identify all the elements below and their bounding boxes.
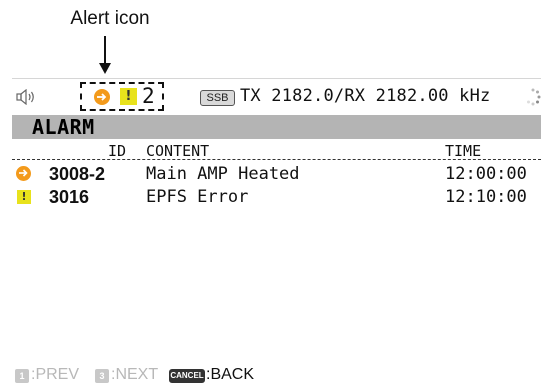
status-bar: ! 2 SSB TX 2182.0/RX 2182.00 kHz bbox=[12, 79, 541, 115]
alert-circle-icon[interactable] bbox=[94, 89, 110, 105]
alarm-id: 3008-2 bbox=[49, 164, 106, 184]
alarm-time: 12:00:00 bbox=[445, 164, 527, 184]
down-arrow-icon bbox=[99, 36, 111, 74]
prev-key-badge: 1 bbox=[15, 369, 29, 383]
back-softkey[interactable]: :BACK bbox=[206, 366, 254, 384]
busy-spinner-icon bbox=[527, 88, 541, 106]
column-header-time: TIME bbox=[445, 142, 482, 160]
header-divider bbox=[12, 159, 541, 160]
title-bar: ALARM bbox=[12, 115, 541, 139]
alert-circle-icon bbox=[16, 166, 31, 181]
next-softkey[interactable]: :NEXT bbox=[111, 366, 158, 384]
warning-icon: ! bbox=[17, 190, 31, 204]
alarm-time: 12:10:00 bbox=[445, 187, 527, 207]
next-key-badge: 3 bbox=[95, 369, 109, 383]
cancel-key-badge: CANCEL bbox=[169, 369, 205, 383]
page-title: ALARM bbox=[32, 115, 95, 139]
prev-softkey[interactable]: :PREV bbox=[31, 366, 79, 384]
alarm-id: 3016 bbox=[49, 187, 90, 207]
alarm-content: Main AMP Heated bbox=[146, 164, 300, 184]
frequency-readout: TX 2182.0/RX 2182.00 kHz bbox=[240, 86, 491, 106]
callout-label: Alert icon bbox=[70, 8, 150, 29]
speaker-icon[interactable] bbox=[16, 89, 36, 105]
softkey-bar: 1 :PREV 3 :NEXT CANCEL :BACK bbox=[12, 365, 541, 389]
column-header-id: ID bbox=[108, 142, 127, 160]
warning-icon[interactable]: ! bbox=[120, 88, 137, 105]
radio-screen: ! 2 SSB TX 2182.0/RX 2182.00 kHz ALARM I… bbox=[12, 78, 541, 390]
mode-badge: SSB bbox=[200, 90, 235, 106]
table-row[interactable]: ! 3016 EPFS Error 12:10:00 bbox=[12, 187, 541, 207]
alert-count: 2 bbox=[142, 84, 155, 108]
table-row[interactable]: 3008-2 Main AMP Heated 12:00:00 bbox=[12, 164, 541, 184]
column-header-content: CONTENT bbox=[146, 142, 210, 160]
alarm-content: EPFS Error bbox=[146, 187, 249, 207]
